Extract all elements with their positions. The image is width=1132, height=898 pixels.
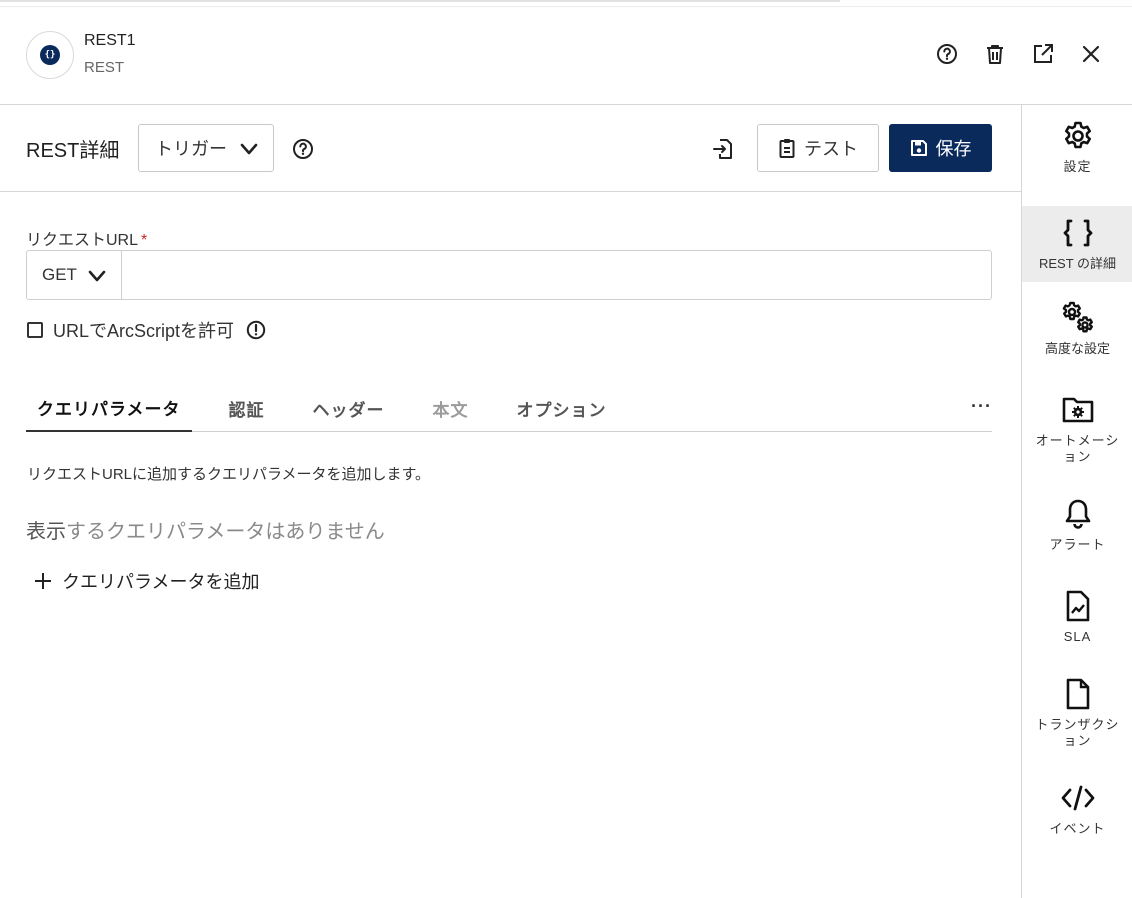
allow-arcscript-label: URLでArcScriptを許可: [53, 321, 235, 341]
query-params-description: リクエストURLに追加するクエリパラメータを追加します。: [27, 466, 431, 483]
curly-braces-icon: [1061, 216, 1095, 250]
connector-type: REST: [84, 59, 125, 76]
test-button-label: テスト: [804, 139, 858, 159]
http-method-select[interactable]: GET: [27, 251, 122, 299]
allow-arcscript-checkbox[interactable]: [27, 322, 43, 338]
floppy-disk-icon: [910, 139, 928, 157]
tab-options[interactable]: オプション: [506, 385, 618, 431]
rail-label-transactions: トランザクション: [1035, 717, 1120, 748]
rail-label-alerts: アラート: [1049, 537, 1106, 552]
save-button[interactable]: 保存: [889, 124, 992, 172]
details-toolbar: REST詳細 トリガー テスト 保存: [0, 105, 1021, 192]
connector-avatar: {}: [26, 31, 74, 79]
rail-item-alerts[interactable]: アラート: [1022, 497, 1132, 563]
trigger-select-value: トリガー: [155, 139, 227, 159]
code-icon: [1060, 781, 1096, 815]
rail-label-events: イベント: [1049, 821, 1106, 836]
tab-body[interactable]: 本文: [422, 385, 480, 431]
chart-document-icon: [1065, 589, 1091, 623]
chevron-down-icon: [239, 140, 259, 158]
main-panel: REST詳細 トリガー テスト 保存 リクエストURL * GET URLでAr…: [0, 105, 1021, 898]
header-actions: [936, 43, 1102, 65]
rail-label-advanced-settings: 高度な設定: [1044, 341, 1110, 356]
rail-item-transactions[interactable]: トランザクション: [1022, 677, 1132, 757]
rail-item-advanced-settings[interactable]: 高度な設定: [1022, 301, 1132, 373]
bell-icon: [1064, 497, 1092, 531]
request-tabs: クエリパラメータ 認証 ヘッダー 本文 オプション ···: [26, 385, 992, 432]
rail-item-automation[interactable]: オートメーション: [1022, 393, 1132, 473]
request-url-input[interactable]: [122, 251, 991, 299]
required-mark: *: [141, 232, 148, 249]
document-icon: [1065, 677, 1091, 711]
gear-icon: [1062, 119, 1094, 153]
request-url-label: リクエストURL *: [26, 226, 147, 250]
rail-label-rest-details: REST の詳細: [1038, 256, 1117, 271]
request-url-label-text: リクエストURL: [26, 232, 139, 249]
import-icon[interactable]: [713, 138, 733, 160]
folder-gear-icon: [1062, 393, 1094, 427]
more-options-icon[interactable]: ···: [971, 396, 992, 417]
chevron-down-icon: [87, 267, 107, 285]
gears-icon: [1060, 301, 1096, 335]
save-button-label: 保存: [935, 139, 972, 159]
add-query-param-button[interactable]: クエリパラメータを追加: [34, 568, 259, 594]
help-icon[interactable]: [292, 138, 314, 160]
rail-item-events[interactable]: イベント: [1022, 781, 1132, 847]
close-icon[interactable]: [1080, 43, 1102, 65]
test-button[interactable]: テスト: [757, 124, 879, 172]
trigger-select[interactable]: トリガー: [138, 124, 274, 172]
rail-label-automation: オートメーション: [1035, 433, 1120, 464]
info-icon[interactable]: [246, 320, 266, 340]
connector-name: REST1: [84, 32, 136, 49]
request-url-row: GET: [26, 250, 992, 300]
rail-item-settings[interactable]: 設定: [1022, 119, 1132, 191]
empty-state-lead: 表示: [26, 521, 66, 543]
tab-query-params[interactable]: クエリパラメータ: [26, 385, 192, 432]
tab-auth[interactable]: 認証: [218, 385, 276, 431]
allow-arcscript-option: URLでArcScriptを許可: [27, 317, 266, 343]
empty-state-text: するクエリパラメータはありません: [66, 521, 385, 543]
rail-item-sla[interactable]: SLA: [1022, 589, 1132, 655]
open-external-icon[interactable]: [1032, 43, 1054, 65]
panel-header: {} REST1 REST: [0, 7, 1132, 105]
top-divider: [0, 0, 840, 2]
rail-label-sla: SLA: [1063, 629, 1092, 644]
curly-braces-icon: {}: [40, 45, 60, 65]
add-query-param-label: クエリパラメータを追加: [62, 572, 260, 592]
clipboard-icon: [778, 138, 796, 158]
right-sidebar: 設定 REST の詳細 高度な設定 オートメーション アラート SLA トランザ…: [1021, 105, 1132, 898]
plus-icon: [34, 572, 52, 590]
section-title: REST詳細: [26, 140, 120, 162]
empty-state-message: 表示するクエリパラメータはありません: [26, 515, 385, 544]
http-method-value: GET: [42, 265, 77, 284]
help-icon[interactable]: [936, 43, 958, 65]
tab-headers[interactable]: ヘッダー: [302, 385, 396, 431]
delete-icon[interactable]: [984, 43, 1006, 65]
rail-item-rest-details[interactable]: REST の詳細: [1022, 206, 1132, 282]
rail-label-settings: 設定: [1063, 159, 1092, 174]
